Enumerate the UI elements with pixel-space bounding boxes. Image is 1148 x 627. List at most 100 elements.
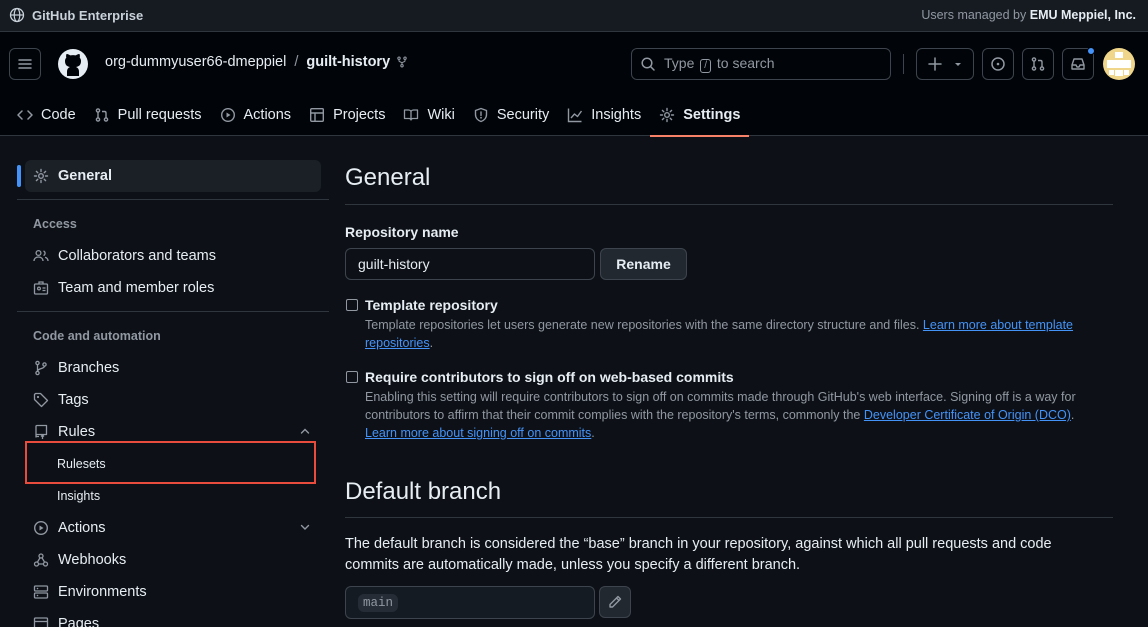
- enterprise-bar: GitHub Enterprise Users managed by EMU M…: [0, 0, 1148, 32]
- book-icon: [404, 109, 419, 121]
- globe-icon: [9, 7, 25, 23]
- people-icon: [33, 249, 49, 262]
- webhook-icon: [33, 553, 49, 567]
- repo-push-icon: [35, 424, 48, 439]
- sidebar-item-label: Tags: [58, 392, 89, 408]
- default-branch-heading: Default branch: [345, 478, 502, 505]
- default-branch-description: The default branch is considered the “ba…: [345, 536, 1052, 573]
- sidebar-item-actions[interactable]: Actions: [25, 512, 321, 544]
- sidebar-item-general[interactable]: General: [25, 160, 321, 192]
- tab-code[interactable]: Code: [0, 94, 85, 136]
- hamburger-icon: [18, 59, 32, 69]
- gear-icon: [33, 168, 49, 184]
- chevron-down-icon[interactable]: [299, 521, 311, 533]
- template-end: .: [429, 336, 434, 350]
- server-icon: [33, 585, 49, 599]
- rename-button[interactable]: Rename: [600, 248, 687, 280]
- template-repositories-link[interactable]: repositories: [365, 336, 430, 350]
- play-icon: [220, 107, 235, 123]
- header-divider: [903, 54, 904, 74]
- git-branch-icon: [35, 360, 47, 376]
- code-icon: [17, 110, 33, 120]
- dco-link[interactable]: Developer Certificate of Origin (DCO): [864, 408, 1071, 422]
- repo-link[interactable]: guilt-history: [306, 54, 390, 70]
- issue-opened-icon: [991, 57, 1005, 71]
- sidebar-item-member-roles[interactable]: Team and member roles: [25, 272, 321, 304]
- enterprise-brand[interactable]: GitHub Enterprise: [9, 7, 143, 23]
- sidebar-item-tags[interactable]: Tags: [25, 384, 321, 416]
- sidebar-item-label: Webhooks: [58, 552, 127, 568]
- signoff-end: .: [591, 426, 595, 440]
- gear-icon: [660, 107, 675, 123]
- sidebar-item-label: Pages: [58, 616, 100, 627]
- browser-icon: [33, 617, 49, 627]
- notification-dot: [1087, 47, 1095, 55]
- sidebar-heading-access: Access: [33, 217, 77, 231]
- sidebar-item-webhooks[interactable]: Webhooks: [25, 544, 321, 576]
- sidebar-item-label: Actions: [58, 520, 106, 536]
- pull-requests-button[interactable]: [1022, 48, 1054, 80]
- issues-button[interactable]: [982, 48, 1014, 80]
- menu-button[interactable]: [9, 48, 41, 80]
- tab-projects-label: Projects: [333, 107, 386, 123]
- highlight-box: [25, 441, 316, 484]
- breadcrumb-separator: /: [294, 54, 299, 70]
- chevron-up-icon[interactable]: [299, 425, 311, 437]
- enterprise-title: GitHub Enterprise: [32, 7, 144, 23]
- tab-insights-label: Insights: [591, 107, 642, 123]
- tab-code-label: Code: [41, 107, 76, 123]
- play-icon: [33, 520, 49, 536]
- triangle-down-icon: [955, 63, 961, 66]
- sidebar-item-collaborators[interactable]: Collaborators and teams: [25, 240, 321, 272]
- repo-header: org-dummyuser66-dmeppiel / guilt-history…: [0, 32, 1148, 137]
- title-divider: [345, 204, 1113, 205]
- active-indicator: [17, 165, 21, 187]
- github-logo[interactable]: [57, 48, 89, 80]
- tab-wiki[interactable]: Wiki: [394, 94, 463, 136]
- sidebar-item-pages[interactable]: Pages: [25, 608, 321, 627]
- template-repo-title: Template repository: [365, 297, 498, 313]
- search-prefix: Type: [664, 55, 695, 71]
- sidebar-item-label: Rules: [58, 424, 96, 440]
- search-shortcut-key: /: [700, 59, 712, 73]
- tab-settings[interactable]: Settings: [650, 94, 750, 137]
- branch-name-chip: main: [358, 593, 399, 612]
- tab-actions[interactable]: Actions: [211, 94, 301, 136]
- search-input[interactable]: Type / to search: [631, 48, 891, 80]
- create-new-button[interactable]: [916, 48, 974, 80]
- owner-link[interactable]: org-dummyuser66-dmeppiel: [105, 54, 286, 70]
- avatar[interactable]: [1103, 48, 1135, 80]
- search-placeholder: Type / to search: [664, 55, 775, 73]
- edit-default-branch-button[interactable]: [599, 586, 631, 618]
- page-title: General: [345, 164, 431, 191]
- signoff-title: Require contributors to sign off on web-…: [365, 369, 734, 385]
- sidebar-item-environments[interactable]: Environments: [25, 576, 321, 608]
- repo-tabs: Code Pull requests Actions Projects Wiki…: [0, 94, 750, 137]
- tab-insights[interactable]: Insights: [558, 94, 650, 136]
- github-mark-icon: [58, 49, 88, 79]
- sidebar-heading-code: Code and automation: [33, 329, 161, 343]
- git-pull-request-icon: [1031, 57, 1045, 71]
- shield-icon: [474, 107, 488, 123]
- repo-name-input[interactable]: guilt-history: [345, 248, 595, 280]
- signoff-learn-more-link[interactable]: Learn more about signing off on commits: [365, 426, 591, 440]
- signoff-checkbox[interactable]: [346, 371, 358, 383]
- template-learn-more-link[interactable]: Learn more about template: [923, 318, 1073, 332]
- graph-icon: [568, 108, 583, 123]
- identicon-icon: [1107, 52, 1131, 76]
- tab-projects[interactable]: Projects: [300, 94, 394, 136]
- signoff-description: Enabling this setting will require contr…: [365, 388, 1105, 442]
- fork-icon: [397, 56, 407, 68]
- sidebar-item-rules-insights[interactable]: Insights: [57, 489, 100, 503]
- tab-actions-label: Actions: [243, 107, 292, 123]
- tab-pull-requests[interactable]: Pull requests: [85, 94, 211, 136]
- sidebar-item-label: Branches: [58, 360, 120, 376]
- tab-security[interactable]: Security: [464, 94, 558, 136]
- managed-org: EMU Meppiel, Inc.: [1029, 8, 1136, 22]
- repo-name-label: Repository name: [345, 224, 459, 240]
- template-repo-checkbox[interactable]: [346, 299, 358, 311]
- managed-by-text: Users managed by EMU Meppiel, Inc.: [921, 8, 1136, 22]
- sidebar-item-branches[interactable]: Branches: [25, 352, 321, 384]
- managed-prefix: Users managed by: [921, 8, 1027, 22]
- search-suffix: to search: [716, 55, 775, 71]
